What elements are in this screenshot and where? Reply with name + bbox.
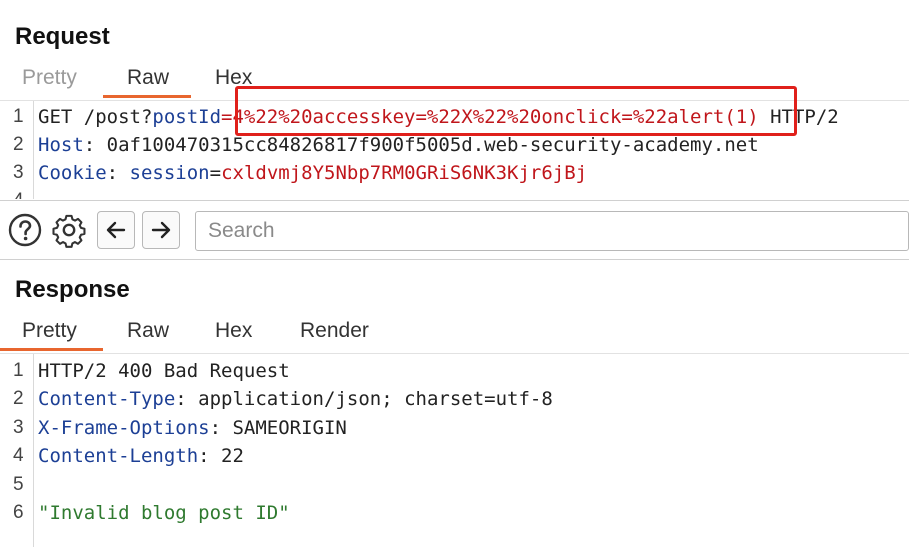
header-value: SAMEORIGIN xyxy=(232,417,347,439)
line-number: 4 xyxy=(13,445,24,466)
response-line: 1 HTTP/2 400 Bad Request xyxy=(0,357,909,385)
request-active-tab-underline xyxy=(103,95,191,98)
editor-toolbar xyxy=(0,200,909,260)
query-param-name: postId xyxy=(152,106,222,128)
search-box[interactable] xyxy=(195,211,909,251)
header-separator: : xyxy=(83,134,107,156)
header-separator: : xyxy=(209,417,233,439)
cookie-equals: = xyxy=(209,162,222,184)
request-line: 4 xyxy=(0,187,909,199)
arrow-right-icon xyxy=(151,221,171,239)
status-line: HTTP/2 400 Bad Request xyxy=(38,360,290,382)
header-key: Host xyxy=(38,134,84,156)
payload-highlight-box xyxy=(235,86,797,136)
response-line: 6 "Invalid blog post ID" xyxy=(0,499,909,527)
line-number: 5 xyxy=(13,474,24,495)
header-key: Cookie xyxy=(38,162,107,184)
request-tab-pretty[interactable]: Pretty xyxy=(22,66,77,90)
cookie-value: cxldvmj8Y5Nbp7RM0GRiS6NK3Kjr6jBj xyxy=(221,162,588,184)
settings-button[interactable] xyxy=(50,211,88,249)
response-tab-pretty[interactable]: Pretty xyxy=(22,319,77,343)
line-number: 1 xyxy=(13,106,24,127)
header-key: Content-Type xyxy=(38,388,176,410)
response-line: 3 X-Frame-Options: SAMEORIGIN xyxy=(0,414,909,442)
header-separator: : xyxy=(198,445,222,467)
request-title: Request xyxy=(15,23,110,50)
line-number: 3 xyxy=(13,162,24,183)
response-active-tab-underline xyxy=(0,348,103,351)
header-value: application/json; charset=utf-8 xyxy=(198,388,553,410)
header-key: Content-Length xyxy=(38,445,199,467)
response-tab-raw[interactable]: Raw xyxy=(127,319,169,343)
response-tab-hex[interactable]: Hex xyxy=(215,319,252,343)
response-line: 5 xyxy=(0,471,909,499)
response-tab-render[interactable]: Render xyxy=(300,319,369,343)
response-body: "Invalid blog post ID" xyxy=(38,502,290,524)
line-number: 2 xyxy=(13,134,24,155)
line-number: 4 xyxy=(13,187,29,199)
header-separator: : xyxy=(106,162,130,184)
help-circle-icon xyxy=(8,213,42,247)
header-separator: : xyxy=(175,388,199,410)
header-key: X-Frame-Options xyxy=(38,417,210,439)
response-line: 2 Content-Type: application/json; charse… xyxy=(0,385,909,413)
line-number: 3 xyxy=(13,417,24,438)
line-number: 6 xyxy=(13,502,24,523)
gear-icon xyxy=(52,214,86,248)
back-button[interactable] xyxy=(97,211,135,249)
forward-button[interactable] xyxy=(142,211,180,249)
response-viewer[interactable]: 1 HTTP/2 400 Bad Request 2 Content-Type:… xyxy=(0,353,909,547)
response-line: 4 Content-Length: 22 xyxy=(0,442,909,470)
cookie-name: session xyxy=(129,162,210,184)
request-tab-raw[interactable]: Raw xyxy=(127,66,169,90)
line-number: 1 xyxy=(13,360,24,381)
response-title: Response xyxy=(15,276,130,303)
header-value: 0af100470315cc84826817f900f5005d.web-sec… xyxy=(106,134,759,156)
header-value: 22 xyxy=(221,445,244,467)
request-method-path: GET /post? xyxy=(38,106,153,128)
request-line: 3 Cookie: session=cxldvmj8Y5Nbp7RM0GRiS6… xyxy=(0,159,909,187)
arrow-left-icon xyxy=(106,221,126,239)
search-input[interactable] xyxy=(196,212,908,250)
line-number: 2 xyxy=(13,388,24,409)
help-button[interactable] xyxy=(6,211,44,249)
